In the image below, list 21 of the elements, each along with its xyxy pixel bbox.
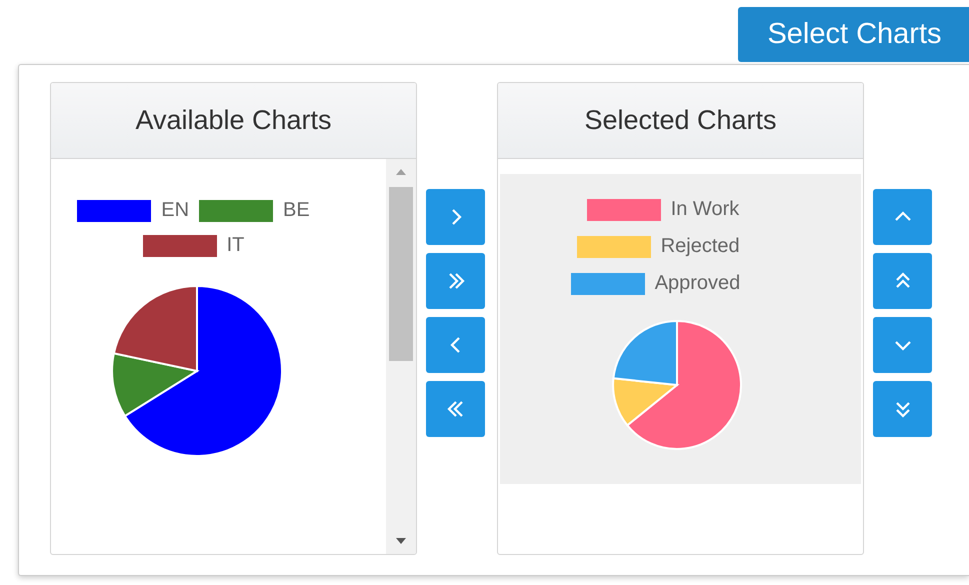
double-chevron-down-icon xyxy=(894,400,912,418)
double-down-button[interactable] xyxy=(873,381,932,437)
legend-label: In Work xyxy=(670,198,740,221)
double-chevron-right-icon xyxy=(446,272,464,290)
double-chevron-left-icon xyxy=(446,400,464,418)
scrollbar[interactable] xyxy=(386,159,416,554)
panel-title: Selected Charts xyxy=(498,83,863,159)
panel-title: Available Charts xyxy=(51,83,416,159)
select-charts-button[interactable]: Select Charts xyxy=(738,7,969,62)
double-right-button[interactable] xyxy=(426,253,485,309)
scroll-up-icon[interactable] xyxy=(395,168,407,176)
scroll-down-icon[interactable] xyxy=(395,537,407,545)
legend-label: BE xyxy=(283,199,310,222)
legend-label: Approved xyxy=(654,272,740,295)
double-chevron-up-icon xyxy=(894,272,912,290)
legend-label: Rejected xyxy=(660,235,740,258)
legend-label: EN xyxy=(161,199,190,222)
legend-label: IT xyxy=(226,234,244,257)
double-up-button[interactable] xyxy=(873,253,932,309)
double-left-button[interactable] xyxy=(426,381,485,437)
scrollbar-thumb[interactable] xyxy=(389,187,413,361)
